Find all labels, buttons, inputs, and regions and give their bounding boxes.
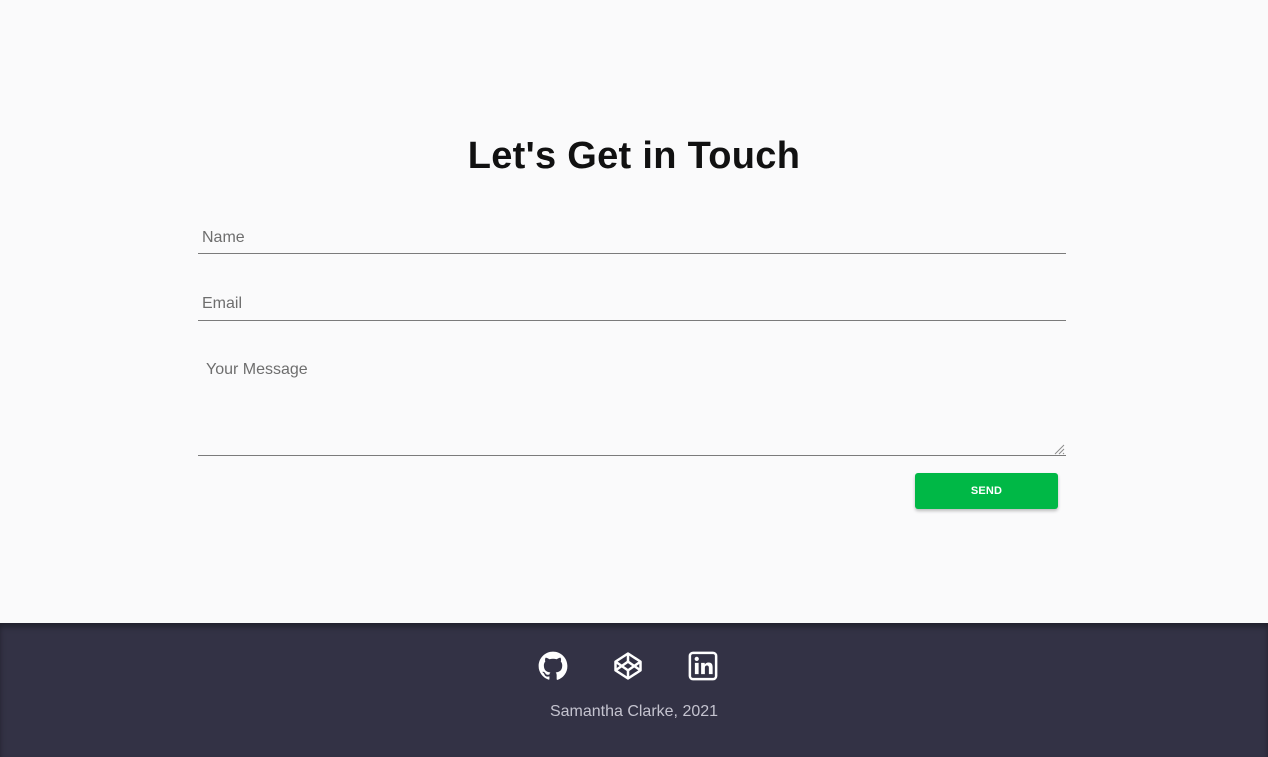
page: Let's Get in Touch SEND (0, 0, 1268, 757)
resize-handle-icon[interactable] (1052, 442, 1065, 455)
contact-section: Let's Get in Touch SEND (0, 0, 1268, 623)
footer (0, 623, 1268, 757)
message-textarea[interactable] (198, 356, 1066, 456)
send-button[interactable]: SEND (915, 473, 1058, 509)
email-input[interactable] (198, 288, 1066, 321)
footer-credit: Samantha Clarke, 2021 (549, 703, 719, 720)
codepen-icon[interactable] (613, 651, 643, 681)
github-icon[interactable] (538, 651, 568, 681)
name-input[interactable] (198, 222, 1066, 254)
contact-title: Let's Get in Touch (467, 135, 801, 177)
linkedin-icon[interactable] (688, 651, 718, 681)
